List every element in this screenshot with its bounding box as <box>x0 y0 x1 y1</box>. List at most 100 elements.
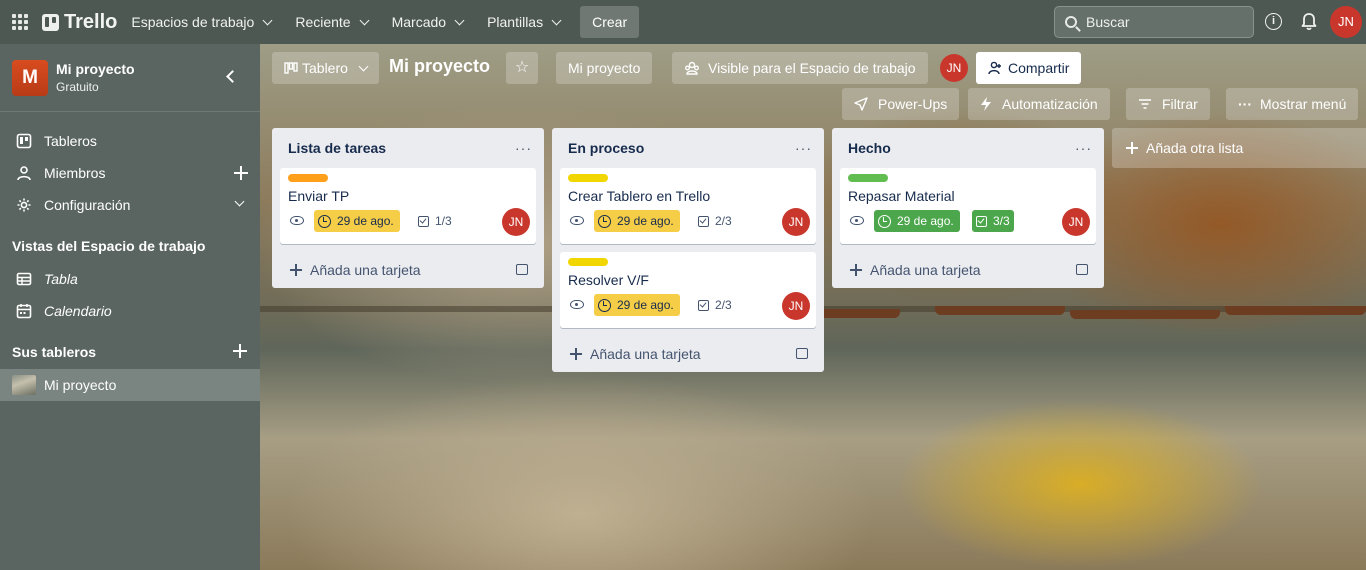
background-boat <box>1225 306 1366 315</box>
watching-eye-icon <box>290 216 304 225</box>
board-icon <box>16 133 32 149</box>
create-button[interactable]: Crear <box>580 6 640 38</box>
workspace-logo[interactable]: M <box>12 59 48 96</box>
nav-workspaces-dropdown[interactable]: Espacios de trabajo <box>121 6 281 38</box>
list-menu-icon[interactable]: ··· <box>795 140 812 156</box>
board-member-avatar[interactable]: JN <box>940 54 968 82</box>
add-card-label: Añada una tarjeta <box>310 262 421 278</box>
board-title[interactable]: Mi proyecto <box>389 56 490 77</box>
workspace-name[interactable]: Mi proyecto <box>56 61 135 77</box>
user-avatar[interactable]: JN <box>1330 6 1362 38</box>
due-date-text: 29 de ago. <box>897 214 954 228</box>
plus-icon <box>570 348 582 360</box>
due-date-badge[interactable]: 29 de ago. <box>314 210 400 232</box>
card-template-icon[interactable] <box>796 348 808 359</box>
list-done[interactable]: Hecho ··· Repasar Material 29 de ago. 3/… <box>832 128 1104 288</box>
watching-eye-icon <box>850 216 864 225</box>
person-icon <box>17 166 31 181</box>
card-title: Crear Tablero en Trello <box>568 188 711 204</box>
filter-icon <box>1139 99 1151 109</box>
card-label[interactable] <box>288 174 328 182</box>
sidebar-item-label: Mi proyecto <box>44 377 117 393</box>
add-member-icon[interactable] <box>234 166 248 180</box>
trello-logo-text: Trello <box>64 10 118 33</box>
card-member-avatar[interactable]: JN <box>782 208 810 236</box>
trello-logo[interactable]: Trello <box>42 11 117 34</box>
filter-button[interactable]: Filtrar <box>1126 88 1210 120</box>
card-crear-tablero[interactable]: Crear Tablero en Trello 29 de ago. 2/3 J… <box>560 168 816 244</box>
automation-button[interactable]: Automatización <box>968 88 1110 120</box>
plus-icon <box>1126 142 1138 154</box>
workspace-plan: Gratuito <box>56 80 99 94</box>
card-label[interactable] <box>848 174 888 182</box>
info-icon[interactable]: i <box>1265 13 1282 30</box>
card-member-avatar[interactable]: JN <box>782 292 810 320</box>
due-date-badge[interactable]: 29 de ago. <box>874 210 960 232</box>
checklist-icon <box>698 215 709 227</box>
top-navigation-bar: Trello Espacios de trabajo Reciente Marc… <box>0 0 1366 44</box>
card-enviar-tp[interactable]: Enviar TP 29 de ago. 1/3 JN <box>280 168 536 244</box>
card-label[interactable] <box>568 174 608 182</box>
card-resolver-vf[interactable]: Resolver V/F 29 de ago. 2/3 JN <box>560 252 816 328</box>
sidebar-item-members[interactable]: Miembros <box>0 157 260 189</box>
board-view-label: Tablero <box>302 60 348 76</box>
checklist-badge: 3/3 <box>972 210 1014 232</box>
list-title[interactable]: Lista de tareas <box>272 128 544 168</box>
add-card-button[interactable]: Añada una tarjeta <box>832 252 1104 288</box>
list-todo[interactable]: Lista de tareas ··· Enviar TP 29 de ago.… <box>272 128 544 288</box>
nav-recent-dropdown[interactable]: Reciente <box>285 6 377 38</box>
checklist-count: 2/3 <box>715 214 732 228</box>
add-card-button[interactable]: Añada una tarjeta <box>272 252 544 288</box>
rocket-icon <box>854 97 868 111</box>
share-button[interactable]: Compartir <box>976 52 1082 84</box>
calendar-icon <box>16 304 32 319</box>
star-board-icon[interactable]: ☆ <box>506 52 538 84</box>
show-menu-button[interactable]: ··· Mostrar menú <box>1226 88 1359 120</box>
list-title[interactable]: En proceso <box>552 128 824 168</box>
card-template-icon[interactable] <box>1076 264 1088 275</box>
add-card-label: Añada una tarjeta <box>870 262 981 278</box>
workspace-button[interactable]: Mi proyecto <box>556 52 653 84</box>
search-input[interactable]: Buscar <box>1054 6 1254 38</box>
add-card-button[interactable]: Añada una tarjeta <box>552 336 824 372</box>
due-date-badge[interactable]: 29 de ago. <box>594 210 680 232</box>
chevron-down-icon <box>262 15 273 25</box>
board-canvas: Tablero Mi proyecto ☆ Mi proyecto Visibl… <box>260 44 1366 570</box>
power-ups-label: Power-Ups <box>878 96 948 112</box>
sidebar-item-boards[interactable]: Tableros <box>0 125 260 157</box>
sidebar-item-board-mi-proyecto[interactable]: Mi proyecto <box>0 369 260 401</box>
add-board-icon[interactable] <box>233 344 247 358</box>
list-in-progress[interactable]: En proceso ··· Crear Tablero en Trello 2… <box>552 128 824 372</box>
checklist-icon <box>698 299 709 311</box>
card-member-avatar[interactable]: JN <box>1062 208 1090 236</box>
list-menu-icon[interactable]: ··· <box>515 140 532 156</box>
card-label[interactable] <box>568 258 608 266</box>
your-boards-heading: Sus tableros <box>12 344 97 360</box>
nav-templates-dropdown[interactable]: Plantillas <box>477 6 570 38</box>
sidebar-item-table-view[interactable]: Tabla <box>0 263 260 295</box>
power-ups-button[interactable]: Power-Ups <box>842 88 960 120</box>
clock-icon <box>598 214 611 228</box>
list-title[interactable]: Hecho <box>832 128 1104 168</box>
add-list-button[interactable]: Añada otra lista <box>1112 128 1366 168</box>
sidebar-item-calendar-view[interactable]: Calendario <box>0 295 260 327</box>
more-icon: ··· <box>1238 96 1252 112</box>
workspace-visibility-icon <box>685 61 699 75</box>
watching-eye-icon <box>570 216 584 225</box>
nav-starred-dropdown[interactable]: Marcado <box>382 6 473 38</box>
due-date-badge[interactable]: 29 de ago. <box>594 294 680 316</box>
card-member-avatar[interactable]: JN <box>502 208 530 236</box>
card-template-icon[interactable] <box>516 264 528 275</box>
collapse-sidebar-icon[interactable] <box>224 69 238 83</box>
card-repasar-material[interactable]: Repasar Material 29 de ago. 3/3 JN <box>840 168 1096 244</box>
add-card-label: Añada una tarjeta <box>590 346 701 362</box>
board-view-switcher[interactable]: Tablero <box>272 52 379 84</box>
add-person-icon <box>988 61 1001 75</box>
checklist-count: 1/3 <box>435 214 452 228</box>
list-menu-icon[interactable]: ··· <box>1075 140 1092 156</box>
visibility-button[interactable]: Visible para el Espacio de trabajo <box>672 52 928 84</box>
sidebar-item-settings[interactable]: Configuración <box>0 189 260 221</box>
notifications-bell-icon[interactable] <box>1300 12 1318 32</box>
card-title: Repasar Material <box>848 188 955 204</box>
app-switcher-icon[interactable] <box>12 14 28 30</box>
